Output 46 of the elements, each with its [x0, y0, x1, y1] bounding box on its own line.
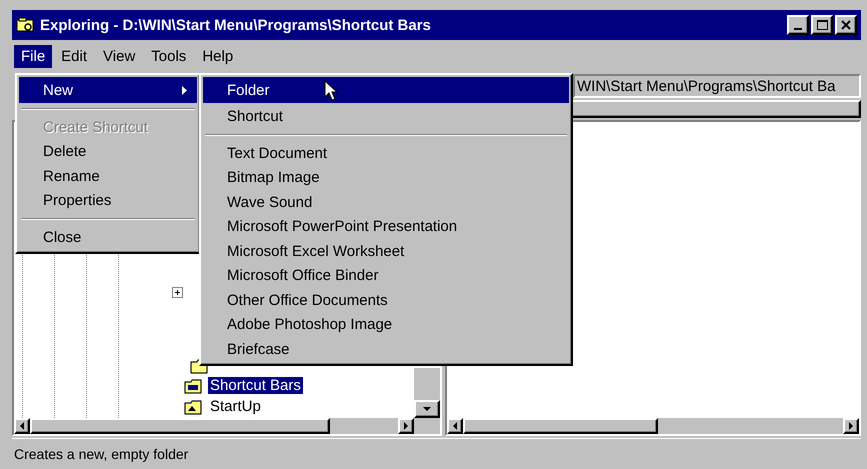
menu-item[interactable]: Other Office Documents [203, 288, 569, 312]
horizontal-scrollbar[interactable] [14, 418, 440, 434]
menu-item[interactable]: Briefcase [203, 337, 569, 362]
menu-bar-item[interactable]: File [14, 44, 52, 68]
menu-bar-item[interactable]: Tools [144, 44, 194, 68]
scroll-right-icon [849, 422, 853, 430]
menu-bar-item[interactable]: Edit [54, 44, 94, 68]
menu-item[interactable]: New [19, 77, 197, 103]
close-icon [841, 20, 851, 30]
close-button[interactable] [835, 15, 857, 35]
folder-icon [184, 398, 202, 414]
address-field[interactable]: WIN\Start Menu\Programs\Shortcut Ba [573, 74, 861, 98]
scroll-left-icon [453, 422, 457, 430]
vertical-scrollbar[interactable] [414, 368, 440, 418]
menu-item[interactable]: Wave Sound [203, 190, 569, 214]
window-title: Exploring - D:\WIN\Start Menu\Programs\Shortcut Bars [40, 16, 432, 34]
folder-icon [184, 378, 202, 394]
menu-item[interactable]: Rename [19, 164, 197, 188]
menu-item[interactable]: Adobe Photoshop Image [203, 312, 569, 337]
scroll-down-icon [423, 407, 431, 411]
menu-item[interactable]: Close [19, 225, 197, 250]
scroll-right-icon [404, 422, 408, 430]
menu-item[interactable]: Properties [19, 188, 197, 213]
menu-item[interactable]: Microsoft PowerPoint Presentation [203, 214, 569, 239]
menu-bar-item[interactable]: View [96, 44, 142, 68]
status-text: Creates a new, empty folder [12, 438, 861, 469]
menu-item[interactable]: Shortcut [203, 103, 569, 129]
submenu-arrow-icon [182, 86, 187, 94]
tree-item[interactable]: Shortcut Bars [208, 377, 303, 394]
menu-item[interactable]: Bitmap Image [203, 166, 569, 190]
menu-item[interactable]: Text Document [203, 141, 569, 166]
expand-icon[interactable] [172, 287, 183, 298]
scroll-left-icon [20, 422, 24, 430]
minimize-button[interactable] [787, 15, 809, 35]
menu-item[interactable]: Microsoft Office Binder [203, 264, 569, 288]
maximize-button[interactable] [811, 15, 833, 35]
tree-item[interactable]: StartUp [208, 398, 263, 415]
menu-bar-item[interactable]: Help [195, 44, 240, 68]
menu-item[interactable]: Delete [19, 140, 197, 164]
menu-item[interactable]: Microsoft Excel Worksheet [203, 239, 569, 264]
mouse-pointer-icon [324, 80, 338, 101]
minimize-icon [794, 28, 802, 30]
explorer-icon [16, 17, 34, 33]
menu-item[interactable]: Folder [203, 77, 569, 103]
horizontal-scrollbar[interactable] [447, 418, 859, 434]
maximize-icon [816, 20, 828, 30]
